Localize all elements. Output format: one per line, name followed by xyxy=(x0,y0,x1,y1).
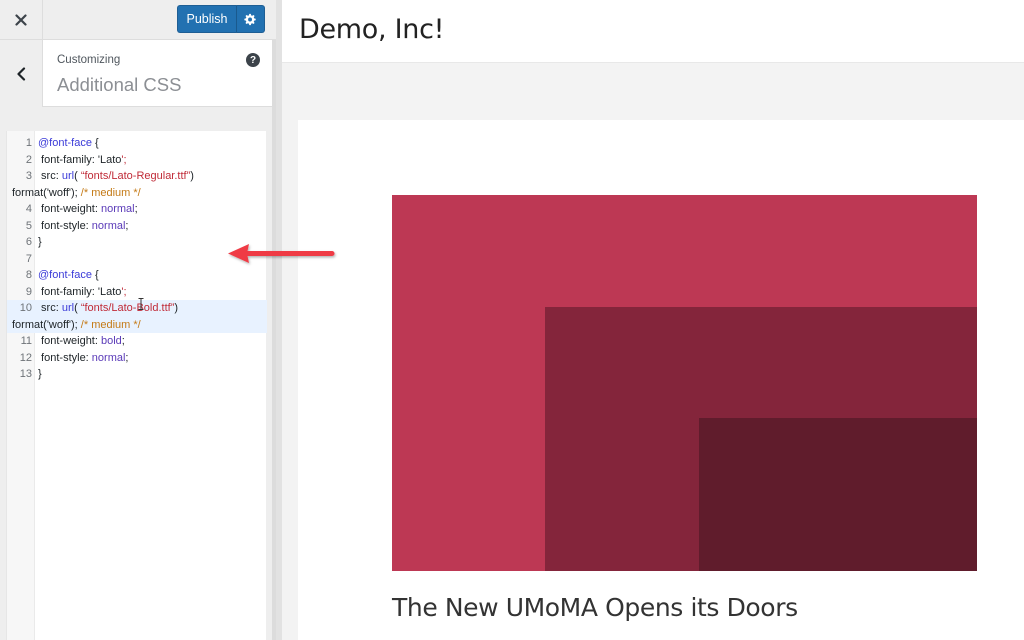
code-line[interactable]: 12 font-style: normal; xyxy=(7,350,267,367)
line-text: format('woff'); /* medium */ xyxy=(12,317,141,334)
code-line[interactable]: 5 font-style: normal; xyxy=(7,218,267,235)
line-number: 10 xyxy=(19,302,32,314)
site-title[interactable]: Demo, Inc! xyxy=(299,14,444,45)
gear-icon xyxy=(244,13,256,25)
code-token: /* medium */ xyxy=(80,186,141,199)
line-text: } xyxy=(38,366,42,383)
section-header: Customizing Additional CSS ? xyxy=(0,40,276,107)
line-number: 1 xyxy=(25,137,32,149)
code-token: } xyxy=(38,236,42,248)
code-token: font-family: 'Lato xyxy=(38,153,122,166)
line-number: 8 xyxy=(25,269,32,281)
preview-divider xyxy=(276,0,282,640)
code-token: font-weight: xyxy=(38,203,101,215)
code-line[interactable]: 4 font-weight: normal; xyxy=(7,201,267,218)
help-icon[interactable]: ? xyxy=(246,53,260,67)
code-token: url xyxy=(61,170,75,182)
line-number: 6 xyxy=(25,236,32,248)
line-text: src: url( “fonts/Lato-Regular.ttf”) xyxy=(38,168,194,185)
line-number: 12 xyxy=(19,351,32,364)
line-text: } xyxy=(38,234,42,251)
code-token: '; xyxy=(121,285,127,298)
css-code-editor[interactable]: 1 @font-face {2 font-family: 'Lato'; 3 src… xyxy=(6,131,267,640)
code-token: url xyxy=(61,302,75,314)
annotation-arrow-icon xyxy=(228,244,335,263)
code-token: format('woff'); xyxy=(12,186,81,199)
code-token: { xyxy=(91,137,99,149)
code-token: } xyxy=(38,368,42,380)
code-token: { xyxy=(91,269,99,281)
code-token: ( xyxy=(74,170,81,182)
line-text: format('woff'); /* medium */ xyxy=(12,185,141,202)
code-token: ( xyxy=(74,302,81,314)
code-token: src: xyxy=(38,170,62,182)
text-cursor-icon xyxy=(138,298,144,310)
code-token: “fonts/Lato-Regular.ttf” xyxy=(80,170,191,182)
hero-image-inner xyxy=(699,418,977,571)
publish-button-group: Publish xyxy=(177,5,265,33)
code-line[interactable]: format('woff'); /* medium */ xyxy=(7,316,267,334)
code-line[interactable]: 10 src: url( “fonts/Lato-Bold.ttf”) xyxy=(7,300,267,317)
code-token: font-family: 'Lato xyxy=(38,285,122,298)
line-number: 3 xyxy=(25,170,32,182)
publish-button[interactable]: Publish xyxy=(177,5,237,33)
code-line[interactable]: 9 font-family: 'Lato'; xyxy=(7,284,267,301)
code-token: normal xyxy=(100,203,135,215)
line-text: font-weight: normal; xyxy=(38,201,138,218)
code-token: src: xyxy=(38,302,62,314)
line-text: @font-face { xyxy=(38,135,99,152)
line-text: font-style: normal; xyxy=(38,218,128,235)
line-text: font-family: 'Lato'; xyxy=(38,284,127,301)
code-token: font-style: xyxy=(38,351,92,364)
code-token: font-style: xyxy=(38,219,92,232)
code-token: ) xyxy=(174,302,179,314)
code-token: ; xyxy=(121,335,125,347)
section-title: Additional CSS xyxy=(57,74,182,95)
line-number: 13 xyxy=(19,368,32,380)
customizer-topbar: Publish xyxy=(0,0,276,40)
chevron-left-icon xyxy=(17,66,26,81)
line-text: font-weight: bold; xyxy=(38,333,125,350)
code-line[interactable]: 13} xyxy=(7,366,267,383)
code-line[interactable]: format('woff'); /* medium */ xyxy=(7,185,267,202)
code-token: ; xyxy=(134,203,138,215)
code-token: normal xyxy=(91,351,126,364)
code-line[interactable]: 11 font-weight: bold; xyxy=(7,333,267,350)
code-token: ; xyxy=(125,351,129,364)
code-token: ) xyxy=(190,170,194,182)
code-token: normal xyxy=(91,219,126,232)
line-text: @font-face { xyxy=(38,267,99,284)
line-number: 9 xyxy=(25,285,32,298)
back-button[interactable] xyxy=(0,40,43,107)
line-number: 7 xyxy=(25,252,32,265)
breadcrumb: Customizing xyxy=(57,54,121,66)
code-token: font-weight: xyxy=(38,335,101,347)
code-token: format('woff'); xyxy=(12,318,81,331)
line-text: src: url( “fonts/Lato-Bold.ttf”) xyxy=(38,300,178,317)
site-header: Demo, Inc! xyxy=(282,0,1024,63)
close-icon xyxy=(15,14,27,26)
code-token: @font-face xyxy=(38,269,92,281)
code-token: ; xyxy=(125,219,129,232)
line-number: 2 xyxy=(25,153,32,166)
line-text: font-style: normal; xyxy=(38,350,128,367)
code-token: “fonts/Lato-Bold.ttf” xyxy=(80,302,175,314)
line-number: 5 xyxy=(25,219,32,232)
code-token: /* medium */ xyxy=(80,318,141,331)
code-token: @font-face xyxy=(38,137,92,149)
code-line[interactable]: 3 src: url( “fonts/Lato-Regular.ttf”) xyxy=(7,168,267,185)
code-token: bold xyxy=(100,335,122,347)
line-number: 11 xyxy=(20,335,32,347)
code-line[interactable]: 1 @font-face { xyxy=(7,135,267,152)
code-token: '; xyxy=(121,153,127,166)
line-number: 4 xyxy=(25,203,32,215)
code-line[interactable]: 2 font-family: 'Lato'; xyxy=(7,152,267,169)
line-text: font-family: 'Lato'; xyxy=(38,152,127,169)
post-title[interactable]: The New UMoMA Opens its Doors xyxy=(392,593,798,622)
publish-settings-button[interactable] xyxy=(237,5,265,33)
close-customizer-button[interactable] xyxy=(0,0,43,40)
